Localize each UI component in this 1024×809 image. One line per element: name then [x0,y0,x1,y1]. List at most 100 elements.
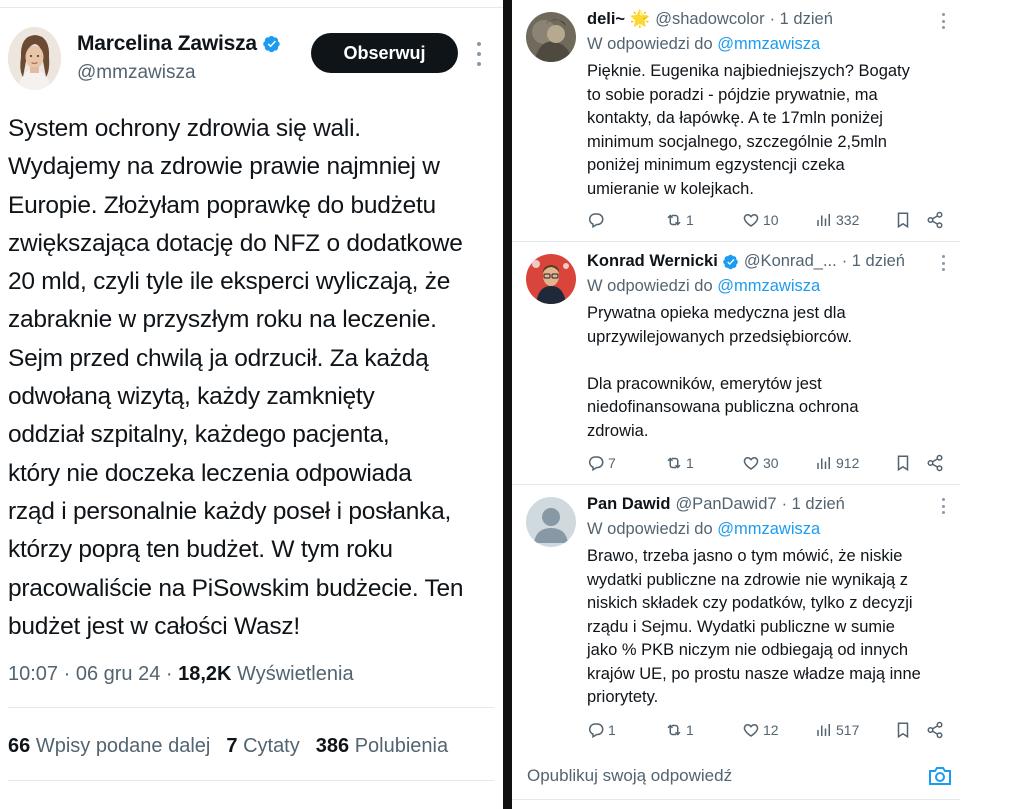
reposts-count: 66 [8,735,31,757]
share-button[interactable] [926,721,944,739]
reply-to-mention[interactable]: @mmzawisza [717,277,820,295]
reply-to-mention[interactable]: @mmzawisza [717,520,820,538]
reply-to-mention[interactable]: @mmzawisza [717,35,820,53]
tweet-meta: 10:07 · 06 gru 24 · 18,2K Wyświetlenia [8,663,354,686]
reposts-stat[interactable]: 66 Wpisy podane dalej [8,735,210,758]
verified-badge-icon [263,35,280,53]
reply-author-handle[interactable]: @shadowcolor [655,10,764,29]
reply-count: 7 [608,455,616,471]
reply-text: Prywatna opieka medyczna jest dla uprzyw… [587,304,859,440]
share-button[interactable] [926,211,944,229]
bookmark-icon [897,455,909,472]
repost-count: 1 [686,455,694,471]
repost-button[interactable]: 1 [665,721,694,739]
reply-text: Pięknie. Eugenika najbiedniejszych? Boga… [587,62,910,198]
views-button[interactable]: 517 [815,721,859,739]
author-avatar[interactable] [8,27,61,90]
camera-icon[interactable] [928,765,952,787]
view-count: 332 [836,212,860,228]
heart-icon [743,456,759,470]
reply-to-prefix: W odpowiedzi do [587,520,718,538]
replies-panel: deli~ 🌟 @shadowcolor · 1 dzień W odpowie… [512,0,1024,809]
reply-avatar[interactable] [526,254,576,304]
share-icon [927,721,943,739]
author-name[interactable]: Marcelina Zawisza [77,32,281,56]
like-count: 30 [763,455,779,471]
reply-actions: 7 1 30 912 [587,454,947,474]
comment-icon [588,213,604,229]
reply-author-name[interactable]: Konrad Wernicki [587,252,718,271]
repost-button[interactable]: 1 [665,454,694,472]
reply-item[interactable]: Pan Dawid @PanDawid7 · 1 dzień W odpowie… [512,485,960,750]
reply-count: 1 [608,722,616,738]
separator [512,799,960,800]
repost-button[interactable]: 1 [665,211,694,229]
quotes-stat[interactable]: 7 Cytaty [226,735,299,758]
more-options-icon[interactable] [472,42,486,66]
more-options-icon[interactable] [940,13,946,29]
repost-icon [667,457,681,469]
repost-icon [667,214,681,226]
likes-count: 386 [315,735,350,757]
reply-to-line: W odpowiedzi do @mmzawisza [587,520,820,539]
bookmark-button[interactable] [894,721,912,739]
reply-to-prefix: W odpowiedzi do [587,35,718,53]
reply-header: deli~ 🌟 @shadowcolor · 1 dzień [587,10,833,29]
reply-to-line: W odpowiedzi do @mmzawisza [587,277,820,296]
views-button[interactable]: 332 [815,211,859,229]
reply-avatar[interactable] [526,12,576,62]
more-options-icon[interactable] [940,498,946,514]
reply-button[interactable]: 7 [587,454,616,472]
like-button[interactable]: 12 [742,721,779,739]
analytics-icon [817,724,830,736]
bookmark-icon [897,722,909,739]
heart-icon [743,213,759,227]
views-button[interactable]: 912 [815,454,859,472]
follow-button[interactable]: Obserwuj [311,33,458,73]
reply-avatar[interactable] [526,497,576,547]
author-handle[interactable]: @mmzawisza [77,62,196,84]
reply-time[interactable]: · 1 dzień [842,252,905,271]
bookmark-button[interactable] [894,454,912,472]
main-tweet-panel: Marcelina Zawisza @mmzawisza Obserwuj Sy… [0,0,503,809]
reply-item[interactable]: deli~ 🌟 @shadowcolor · 1 dzień W odpowie… [512,0,960,242]
likes-stat[interactable]: 386 Polubienia [316,735,448,758]
reply-actions: 1 10 332 [587,211,947,231]
quotes-count: 7 [226,735,238,757]
like-count: 12 [763,722,779,738]
bookmark-button[interactable] [894,211,912,229]
repost-count: 1 [686,212,694,228]
views-count: 18,2K [178,663,232,685]
likes-label: Polubienia [354,735,449,757]
reply-button[interactable] [587,211,608,229]
heart-icon [743,723,759,737]
like-count: 10 [763,212,779,228]
share-button[interactable] [926,454,944,472]
tweet-stats: 66 Wpisy podane dalej 7 Cytaty 386 Polub… [8,735,448,758]
reply-button[interactable]: 1 [587,721,616,739]
tweet-time[interactable]: 10:07 · 06 gru 24 · [8,663,178,685]
compose-input[interactable]: Opublikuj swoją odpowiedź [527,766,732,786]
top-divider [0,7,503,8]
reply-time[interactable]: · 1 dzień [770,10,833,29]
reply-author-name[interactable]: Pan Dawid [587,495,670,514]
like-button[interactable]: 30 [742,454,779,472]
reply-time[interactable]: · 1 dzień [782,495,845,514]
separator [8,707,494,708]
view-count: 517 [836,722,860,738]
analytics-icon [817,214,830,226]
verified-badge-icon [723,254,738,269]
reply-text: Brawo, trzeba jasno o tym mówić, że nisk… [587,547,921,706]
reply-compose[interactable]: Opublikuj swoją odpowiedź [512,755,960,800]
analytics-icon [817,457,830,469]
reply-author-handle[interactable]: @PanDawid7 [675,495,776,514]
share-icon [927,211,943,229]
comment-icon [588,723,604,739]
more-options-icon[interactable] [940,255,946,271]
reply-item[interactable]: Konrad Wernicki @Konrad_... · 1 dzień W … [512,242,960,485]
separator [8,780,494,781]
like-button[interactable]: 10 [742,211,779,229]
reply-author-name[interactable]: deli~ 🌟 [587,10,650,29]
reply-author-handle[interactable]: @Konrad_... [744,252,837,271]
author-name-text[interactable]: Marcelina Zawisza [77,32,257,56]
